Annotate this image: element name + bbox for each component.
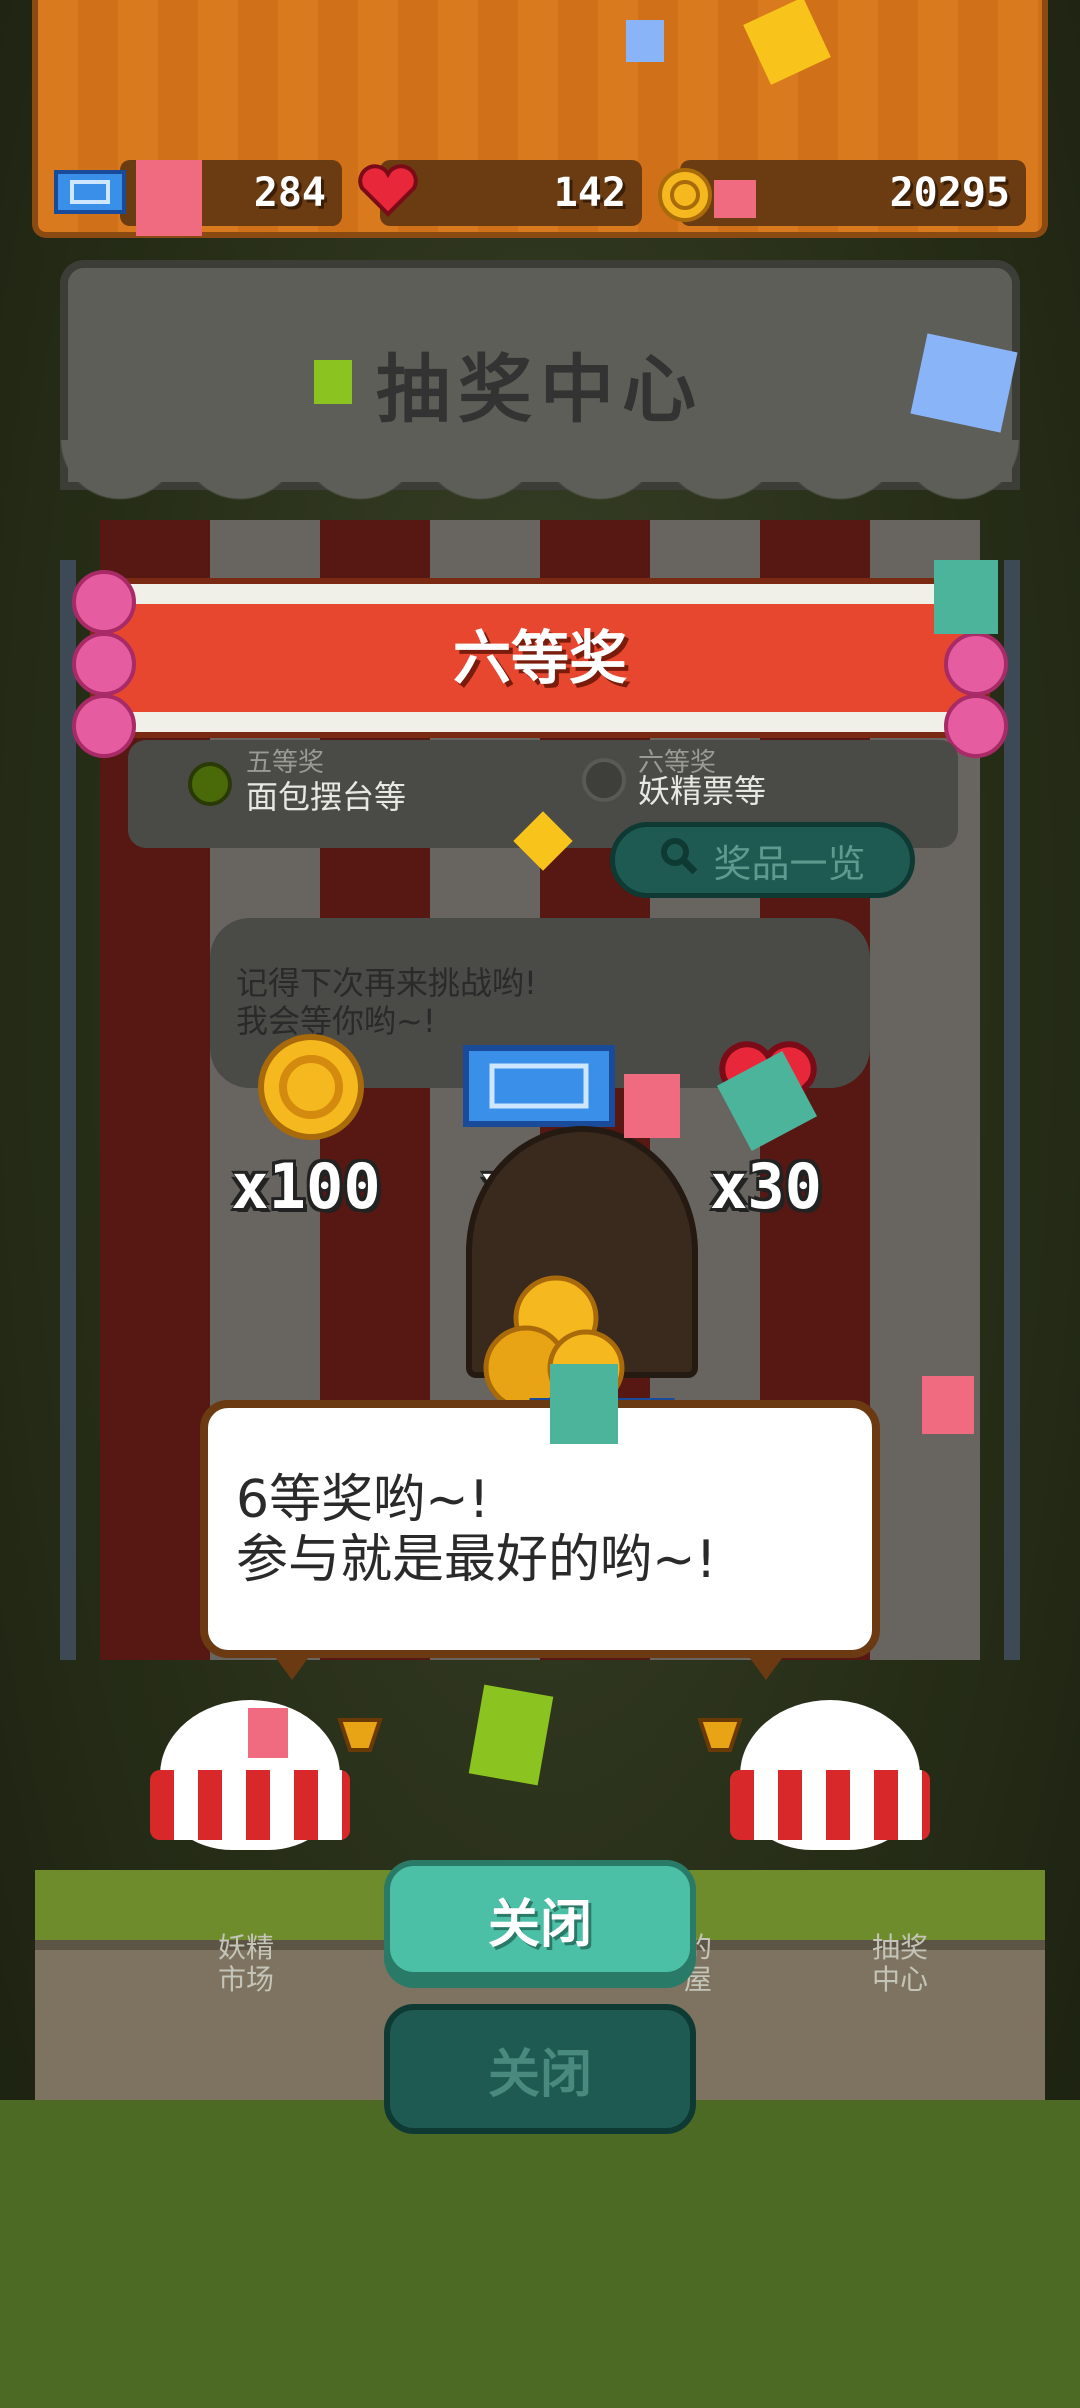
close-button[interactable]: 关闭 bbox=[384, 1860, 696, 1978]
heart-icon bbox=[358, 164, 418, 217]
speech-tail-right bbox=[744, 1650, 788, 1680]
bell-icon bbox=[337, 1718, 383, 1752]
coin-icon bbox=[258, 1034, 364, 1140]
location-fairy-market[interactable]: 妖精 市场 bbox=[196, 1932, 296, 1996]
radio-fifth-prize[interactable] bbox=[188, 762, 232, 806]
prize-banner-text: 六等奖 bbox=[452, 624, 627, 692]
sixth-prize-item: 妖精票等 bbox=[638, 772, 767, 810]
location-lottery-center[interactable]: 抽奖 中心 bbox=[850, 1932, 950, 1996]
result-line2: 参与就是最好的哟~! bbox=[236, 1530, 717, 1590]
coin-icon bbox=[658, 168, 712, 222]
confetti bbox=[136, 160, 202, 236]
ticket-icon bbox=[463, 1045, 615, 1127]
result-speech-text: 6等奖哟~! 参与就是最好的哟~! bbox=[236, 1470, 856, 1590]
npc-dialog-text: 记得下次再来挑战哟! 我会等你哟~! bbox=[236, 964, 856, 1040]
mascot-left-vest bbox=[150, 1770, 350, 1840]
confetti bbox=[714, 180, 756, 218]
mascot-right-vest bbox=[730, 1770, 930, 1840]
prize-list-button[interactable]: 奖品一览 bbox=[610, 822, 915, 898]
confetti bbox=[922, 1376, 974, 1434]
confetti bbox=[248, 1708, 288, 1758]
flower-icon bbox=[944, 632, 1008, 696]
npc-dialog-line1: 记得下次再来挑战哟! bbox=[236, 964, 537, 1002]
coin-count: 20295 bbox=[889, 170, 1010, 216]
result-line1: 6等奖哟~! bbox=[236, 1470, 490, 1530]
flower-icon bbox=[72, 694, 136, 758]
confetti bbox=[314, 360, 352, 404]
grass-field bbox=[0, 2100, 1080, 2408]
fifth-prize-item: 面包摆台等 bbox=[246, 778, 407, 816]
ticket-count: 284 bbox=[253, 170, 326, 216]
heart-count: 142 bbox=[553, 170, 626, 216]
bell-icon bbox=[697, 1718, 743, 1752]
confetti bbox=[550, 1364, 618, 1444]
close-button-disabled[interactable]: 关闭 bbox=[384, 2004, 696, 2134]
flower-icon bbox=[72, 570, 136, 634]
speech-tail-left bbox=[270, 1650, 314, 1680]
booth-scallop bbox=[60, 440, 1020, 530]
confetti bbox=[934, 560, 998, 634]
confetti bbox=[626, 20, 664, 62]
reward-qty-hearts: x30 bbox=[710, 1150, 822, 1223]
flower-icon bbox=[72, 632, 136, 696]
prize-list-label: 奖品一览 bbox=[713, 841, 866, 886]
ticket-icon bbox=[54, 170, 126, 214]
radio-sixth-prize[interactable] bbox=[582, 758, 626, 802]
confetti bbox=[624, 1074, 680, 1138]
reward-qty-coins: x100 bbox=[231, 1150, 381, 1223]
search-icon bbox=[659, 836, 699, 885]
